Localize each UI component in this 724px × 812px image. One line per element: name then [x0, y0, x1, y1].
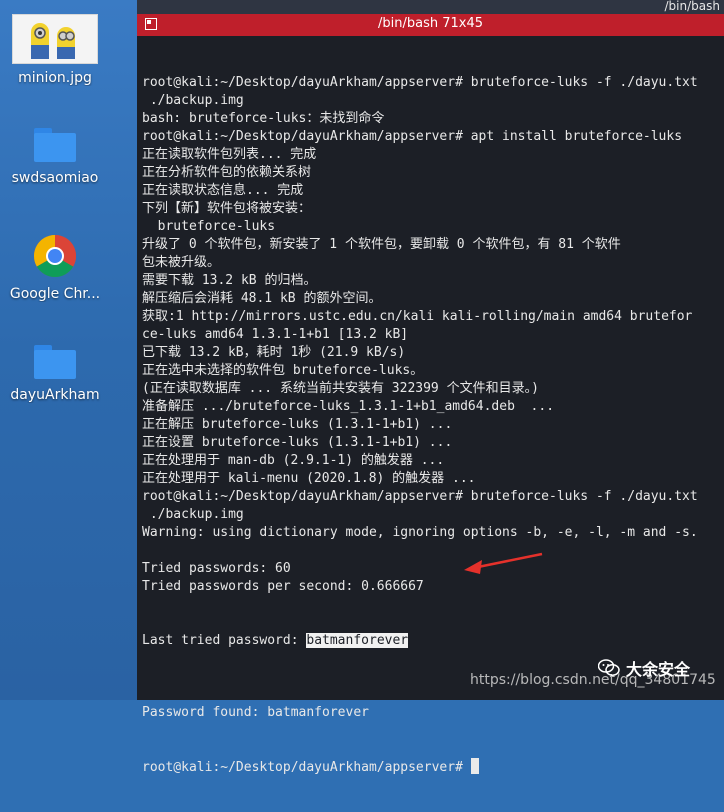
terminal-line: ./backup.img	[142, 93, 244, 108]
brand-watermark: 大余安全	[597, 656, 691, 680]
terminal-title: /bin/bash 71x45	[377, 16, 483, 31]
desktop-icon-label: swdsaomiao	[11, 170, 99, 186]
terminal-line: 正在设置 bruteforce-luks (1.3.1-1+b1) ...	[142, 435, 453, 450]
terminal-line: 正在读取软件包列表... 完成	[142, 147, 317, 162]
desktop: minion.jpg swdsaomiao Google Chr... dayu…	[0, 0, 137, 700]
terminal-line: 正在解压 bruteforce-luks (1.3.1-1+b1) ...	[142, 417, 453, 432]
terminal-line: root@kali:~/Desktop/dayuArkham/appserver…	[142, 129, 683, 144]
last-tried-password-highlight: batmanforever	[306, 633, 409, 648]
terminal-line: 正在处理用于 man-db (2.9.1-1) 的触发器 ...	[142, 453, 445, 468]
terminal-lines: root@kali:~/Desktop/dayuArkham/appserver…	[142, 74, 718, 596]
desktop-icon-dayuarkham[interactable]: dayuArkham	[0, 345, 110, 403]
terminal-line: 正在分析软件包的依赖关系树	[142, 165, 312, 180]
terminal-after-lines: Password found: batmanforever	[142, 686, 718, 722]
terminal-line: 正在读取状态信息... 完成	[142, 183, 304, 198]
desktop-icon-label: minion.jpg	[18, 70, 92, 86]
terminal-line: bash: bruteforce-luks：未找到命令	[142, 111, 385, 126]
panel-title-bar: /bin/bash	[137, 0, 724, 14]
brand-name: 大余安全	[626, 660, 691, 679]
terminal-line: 下列【新】软件包将被安装：	[142, 201, 312, 216]
red-arrow-annotation	[464, 552, 543, 574]
terminal-line: Tried passwords per second: 0.666667	[142, 579, 424, 594]
folder-icon	[34, 128, 76, 162]
wechat-icon	[597, 659, 620, 677]
terminal-line: 已下载 13.2 kB，耗时 1秒 (21.9 kB/s)	[142, 345, 406, 360]
shell-prompt: root@kali:~/Desktop/dayuArkham/appserver…	[142, 760, 471, 775]
text-cursor	[470, 758, 479, 774]
terminal-line: 解压缩后会消耗 48.1 kB 的额外空间。	[142, 291, 382, 306]
desktop-icon-google-chrome[interactable]: Google Chr...	[0, 234, 110, 302]
last-tried-label: Last tried password:	[142, 633, 307, 648]
terminal-line: 获取:1 http://mirrors.ustc.edu.cn/kali kal…	[142, 309, 693, 324]
panel-window-title: /bin/bash	[664, 0, 720, 13]
terminal-line: root@kali:~/Desktop/dayuArkham/appserver…	[142, 489, 698, 504]
terminal-line: (正在读取数据库 ... 系统当前共安装有 322399 个文件和目录。)	[142, 381, 539, 396]
terminal-line: Password found: batmanforever	[142, 705, 369, 720]
terminal-line: ce-luks amd64 1.3.1-1+b1 [13.2 kB]	[142, 327, 409, 342]
terminal-line: 正在处理用于 kali-menu (2020.1.8) 的触发器 ...	[142, 471, 476, 486]
desktop-icon-minion[interactable]: minion.jpg	[0, 14, 110, 86]
terminal-line: 需要下载 13.2 kB 的归档。	[142, 273, 317, 288]
terminal-window[interactable]: /bin/bash 71x45 root@kali:~/Desktop/dayu…	[137, 14, 724, 775]
chrome-icon	[33, 234, 77, 278]
terminal-line: Tried passwords: 60	[142, 561, 291, 576]
terminal-line-last-tried: Last tried password: batmanforever	[142, 632, 718, 650]
image-thumbnail-icon	[12, 14, 98, 64]
terminal-line: 包未被升级。	[142, 255, 221, 270]
terminal-line: Warning: using dictionary mode, ignoring…	[142, 525, 698, 540]
terminal-prompt-line[interactable]: root@kali:~/Desktop/dayuArkham/appserver…	[142, 758, 718, 776]
terminal-line: 升级了 0 个软件包，新安装了 1 个软件包，要卸载 0 个软件包，有 81 个…	[142, 237, 621, 252]
terminal-line: 准备解压 .../bruteforce-luks_1.3.1-1+b1_amd6…	[142, 399, 555, 414]
terminal-line: bruteforce-luks	[142, 219, 276, 234]
terminal-line: root@kali:~/Desktop/dayuArkham/appserver…	[142, 75, 698, 90]
terminal-line: ./backup.img	[142, 507, 244, 522]
desktop-icon-swdsaomiao[interactable]: swdsaomiao	[0, 128, 110, 186]
desktop-icon-label: Google Chr...	[9, 286, 101, 302]
terminal-line: 正在选中未选择的软件包 bruteforce-luks。	[142, 363, 424, 378]
terminal-output[interactable]: root@kali:~/Desktop/dayuArkham/appserver…	[142, 38, 718, 812]
desktop-icon-label: dayuArkham	[10, 387, 100, 403]
terminal-title-bar[interactable]: /bin/bash 71x45	[137, 14, 724, 36]
folder-icon	[34, 345, 76, 379]
